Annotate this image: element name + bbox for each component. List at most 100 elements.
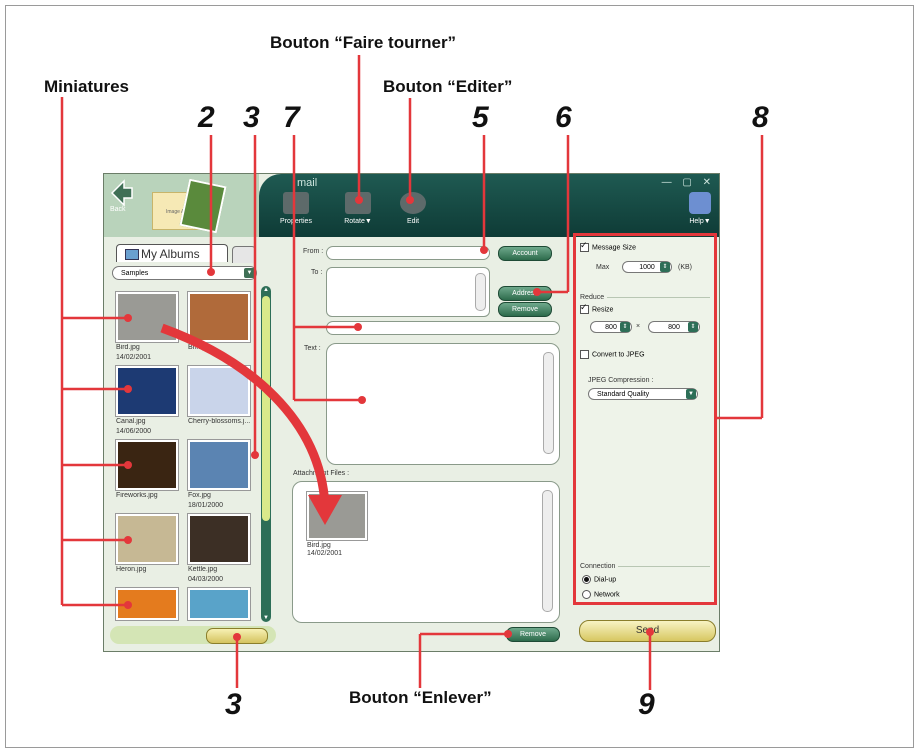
remove-attachment-label: Remove	[519, 631, 547, 638]
album-header: Back Image Album Save	[104, 174, 259, 237]
from-field[interactable]	[326, 246, 490, 260]
callout-number-9: 9	[638, 688, 655, 721]
edit-label: Edit	[406, 218, 420, 225]
to-scrollbar[interactable]	[475, 273, 486, 311]
properties-button[interactable]: Properties	[279, 192, 313, 225]
thumbnail-item[interactable]: Canal.jpg 14/06/2000	[116, 366, 178, 436]
callout-rotate-button: Bouton “Faire tourner”	[270, 33, 457, 52]
account-button[interactable]: Account	[498, 246, 552, 261]
back-label: Back	[110, 206, 126, 213]
thumbnail-item[interactable]: Bird.jpg 14/02/2001	[116, 292, 178, 362]
thumbnail-date: 18/01/2000	[188, 502, 224, 509]
thumbnail-name: Fireworks.jpg	[116, 492, 158, 499]
text-label: Text :	[304, 345, 321, 352]
remove-recipient-label: Remove	[511, 306, 539, 313]
thumbnail-scrollbar[interactable]: ▲ ▼	[261, 286, 271, 622]
scroll-down-icon[interactable]: ▼	[261, 614, 271, 622]
callout-edit-button: Bouton “Editer”	[383, 77, 513, 96]
scroll-thumb[interactable]	[262, 296, 270, 521]
callout-number-3-top: 3	[243, 101, 260, 134]
window-controls[interactable]: — ▢ ✕	[662, 177, 715, 188]
tab-my-albums[interactable]: My Albums	[116, 244, 228, 262]
thumbnail-item[interactable]: Cherry-blossoms.j...	[188, 366, 250, 428]
thumbnail-date: 14/06/2000	[116, 428, 152, 435]
subject-field[interactable]	[326, 321, 560, 335]
callout-number-7: 7	[283, 101, 300, 134]
callout-number-2: 2	[198, 101, 215, 134]
album-select[interactable]: Samples ▼	[112, 266, 257, 280]
back-arrow-icon	[110, 179, 133, 207]
thumbnail-name: Fox.jpg	[188, 492, 211, 499]
attachment-thumbnail[interactable]	[307, 492, 367, 540]
message-text-field[interactable]	[326, 343, 560, 465]
thumbnail-item[interactable]: Kettle.jpg 04/03/2000	[188, 514, 250, 584]
rotate-label: Rotate▼	[344, 218, 372, 225]
attachments-area[interactable]: Bird.jpg 14/02/2001	[292, 481, 560, 623]
attachment-date: 14/02/2001	[307, 550, 343, 557]
rotate-button[interactable]: Rotate▼	[341, 192, 375, 225]
settings-highlight-box	[573, 233, 717, 605]
from-label: From :	[303, 248, 324, 255]
thumbnail-item[interactable]: Fireworks.jpg	[116, 440, 178, 502]
thumbnail-image	[116, 440, 178, 490]
to-label: To :	[311, 269, 323, 276]
window-title: mail	[297, 177, 318, 189]
edit-icon	[400, 192, 426, 214]
chevron-down-icon[interactable]: ▼	[244, 268, 255, 278]
tab-my-albums-label: My Albums	[141, 247, 200, 261]
thumbnail-date: 14/02/2001	[116, 354, 152, 361]
thumbnail-item[interactable]: Fox.jpg 18/01/2000	[188, 440, 250, 510]
address-button[interactable]: Address	[498, 286, 552, 301]
thumbnail-name: Heron.jpg	[116, 566, 147, 573]
albums-icon	[125, 249, 139, 260]
thumbnail-item[interactable]: Bri...jpg	[188, 292, 250, 354]
callout-thumbnails: Miniatures	[44, 77, 130, 96]
thumbnail-image	[188, 440, 250, 490]
callout-remove-button: Bouton “Enlever”	[349, 688, 492, 707]
album-bottom-bar	[110, 626, 276, 644]
callout-number-6: 6	[555, 101, 572, 134]
thumbnail-item[interactable]	[116, 588, 178, 620]
attachments-label: Attachment Files :	[293, 470, 350, 477]
text-scrollbar[interactable]	[543, 352, 554, 454]
thumbnail-item[interactable]	[188, 588, 250, 620]
thumbnail-image	[116, 366, 178, 416]
thumbnail-image	[188, 514, 250, 564]
send-button[interactable]: Send	[579, 620, 716, 642]
thumbnail-image	[188, 366, 250, 416]
thumbnail-name: Canal.jpg	[116, 418, 146, 425]
thumbnail-image	[116, 514, 178, 564]
rotate-icon	[345, 192, 371, 214]
scroll-up-icon[interactable]: ▲	[261, 286, 271, 294]
to-field[interactable]	[326, 267, 490, 317]
remove-recipient-button[interactable]: Remove	[498, 302, 552, 317]
album-action-button[interactable]	[206, 628, 268, 644]
address-button-label: Address	[512, 290, 538, 297]
compose-pane: From : Account To : Address Remove Text …	[284, 237, 564, 649]
thumbnail-name: Bri...jpg	[188, 344, 212, 351]
properties-icon	[283, 192, 309, 214]
album-tabs: My Albums	[110, 244, 256, 264]
tab-other[interactable]	[232, 246, 256, 263]
help-button[interactable]: Help▼	[689, 192, 711, 225]
remove-attachment-button[interactable]: Remove	[506, 627, 560, 642]
attachments-scrollbar[interactable]	[542, 490, 553, 612]
album-photo-image	[179, 178, 227, 234]
attachment-name: Bird.jpg	[307, 542, 331, 549]
callout-number-3-bottom: 3	[225, 688, 242, 721]
thumbnail-name: Kettle.jpg	[188, 566, 218, 573]
thumbnail-date: 04/03/2000	[188, 576, 224, 583]
thumbnail-image	[188, 588, 250, 620]
thumbnail-image	[116, 588, 178, 620]
thumbnail-item[interactable]: Heron.jpg	[116, 514, 178, 576]
callout-number-8: 8	[752, 101, 769, 134]
edit-button[interactable]: Edit	[396, 192, 430, 225]
send-label: Send	[635, 625, 660, 636]
thumbnail-name: Bird.jpg	[116, 344, 140, 351]
thumbnail-image	[188, 292, 250, 342]
properties-label: Properties	[280, 218, 312, 225]
help-label: Help▼	[689, 218, 711, 225]
thumbnail-image	[116, 292, 178, 342]
thumbnail-name: Cherry-blossoms.j...	[188, 418, 250, 425]
account-button-label: Account	[512, 250, 538, 257]
